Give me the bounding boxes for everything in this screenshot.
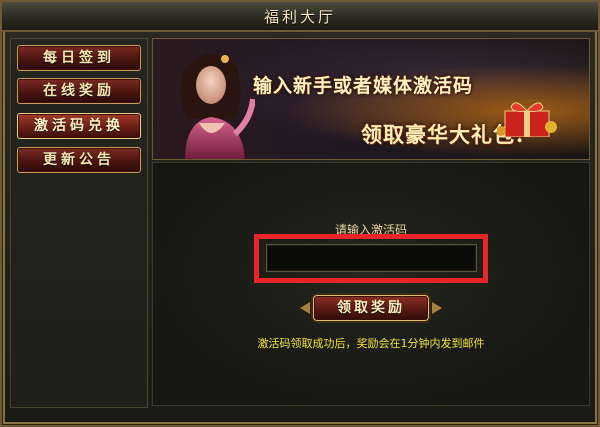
activation-code-input[interactable] <box>266 244 477 272</box>
sidebar: 每日签到 在线奖励 激活码兑换 更新公告 <box>10 38 148 408</box>
activation-code-panel: 请输入激活码 领取奖励 激活码领取成功后，奖励会在1分钟内发到邮件 <box>152 162 590 406</box>
redeem-notice: 激活码领取成功后，奖励会在1分钟内发到邮件 <box>257 337 485 350</box>
character-illustration <box>180 53 255 159</box>
claim-reward-button[interactable]: 领取奖励 <box>300 295 442 321</box>
sidebar-item-update-notice[interactable]: 更新公告 <box>17 147 141 173</box>
button-ornament-right <box>432 302 442 314</box>
window-title: 福利大厅 <box>263 8 336 26</box>
gift-box-icon <box>497 102 557 137</box>
sidebar-item-daily-checkin[interactable]: 每日签到 <box>17 45 141 71</box>
banner-headline: 输入新手或者媒体激活码 <box>253 75 474 97</box>
sidebar-item-activation-code[interactable]: 激活码兑换 <box>17 113 141 139</box>
sidebar-item-online-reward[interactable]: 在线奖励 <box>17 78 141 104</box>
title-bar: 福利大厅 <box>2 2 598 32</box>
button-ornament-left <box>300 302 310 314</box>
promo-banner: 输入新手或者媒体激活码 领取豪华大礼包! <box>152 38 590 160</box>
welfare-hall-window: 福利大厅 每日签到 在线奖励 激活码兑换 更新公告 输入新手或者媒体激活码 领取… <box>0 0 600 427</box>
claim-reward-label: 领取奖励 <box>337 300 405 316</box>
